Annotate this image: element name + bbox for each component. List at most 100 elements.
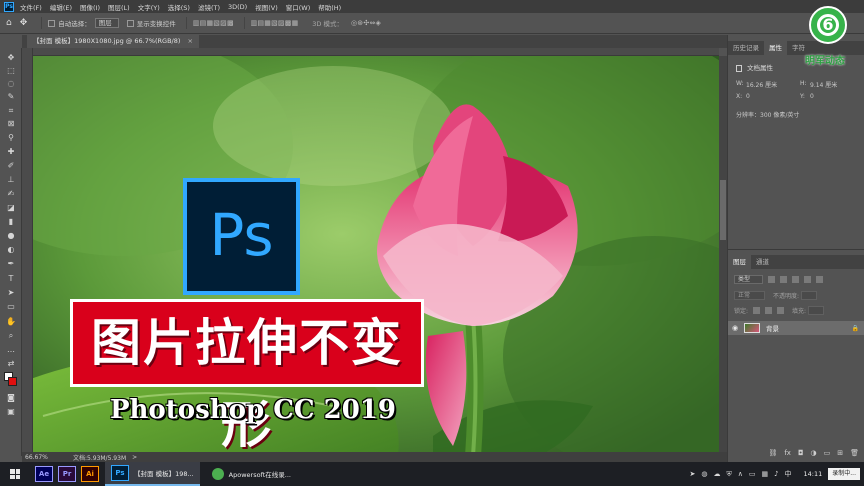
path-select-icon[interactable]: ➤	[4, 287, 18, 298]
premiere-taskbar-icon[interactable]: Pr	[58, 466, 76, 482]
lock-pixels-icon[interactable]	[753, 306, 761, 314]
link-layers-icon[interactable]: ⛓	[768, 449, 777, 457]
menu-filter[interactable]: 滤镜(T)	[198, 2, 220, 12]
home-icon[interactable]: ⌂	[6, 18, 12, 28]
menu-view[interactable]: 视图(V)	[255, 2, 278, 12]
show-transform-checkbox[interactable]	[126, 19, 134, 27]
pointer-icon[interactable]: ➤	[689, 470, 695, 478]
eye-icon[interactable]: ◉	[728, 324, 742, 332]
menu-help[interactable]: 帮助(H)	[318, 2, 341, 12]
document-canvas[interactable]: Ps 图片拉伸不变形 Photoshop CC 2019	[33, 56, 719, 452]
layer-style-icon[interactable]: fx	[784, 449, 791, 457]
delete-layer-icon[interactable]: 🗑	[850, 449, 859, 457]
tab-layers[interactable]: 图层	[728, 255, 751, 269]
filter-adjust-icon[interactable]	[780, 275, 788, 283]
distribute-buttons-icon[interactable]: ▥ ▤ ▦ ▧ ▨ ▩ ▦	[251, 19, 299, 27]
quick-mask-icon[interactable]: ◙	[4, 392, 18, 403]
rectangle-tool-icon[interactable]: ▭	[4, 301, 18, 312]
brush-tool-icon[interactable]: ✐	[4, 160, 18, 171]
auto-select-checkbox[interactable]	[48, 19, 56, 27]
network-icon[interactable]: ▦	[761, 470, 768, 478]
clone-stamp-icon[interactable]: ⊥	[4, 174, 18, 185]
menu-select[interactable]: 选择(S)	[168, 2, 190, 12]
filter-shape-icon[interactable]	[804, 275, 812, 283]
3d-mode-buttons-icon[interactable]: ◎ ⊛ ✣ ⇔ ◈	[351, 19, 381, 27]
marquee-tool-icon[interactable]: ⬚	[4, 65, 18, 76]
recording-badge[interactable]: 录制中...	[828, 468, 860, 480]
new-group-icon[interactable]: ▭	[824, 449, 831, 457]
menu-type[interactable]: 文字(Y)	[138, 2, 160, 12]
add-mask-icon[interactable]: ◘	[798, 449, 804, 457]
horizontal-ruler[interactable]	[33, 48, 719, 56]
menu-window[interactable]: 窗口(W)	[286, 2, 311, 12]
more-tools-icon[interactable]: …	[4, 344, 18, 355]
pen-tool-icon[interactable]: ✒	[4, 258, 18, 269]
healing-brush-icon[interactable]: ✚	[4, 146, 18, 157]
shield-icon[interactable]: ⛨	[726, 470, 731, 479]
hand-tool-icon[interactable]: ✋	[4, 316, 18, 327]
width-value[interactable]: 16.26 厘米	[746, 80, 777, 89]
layer-row-background[interactable]: ◉ 背景 🔒	[728, 321, 864, 335]
crop-tool-icon[interactable]: ⌗	[4, 105, 18, 116]
height-value[interactable]: 9.14 厘米	[810, 80, 837, 89]
scrollbar-thumb[interactable]	[720, 180, 726, 240]
vertical-scrollbar[interactable]	[719, 56, 727, 452]
screen-mode-icon[interactable]: ▣	[4, 406, 18, 417]
battery-icon[interactable]: ▭	[749, 470, 756, 478]
menu-image[interactable]: 图像(I)	[80, 2, 100, 12]
tab-channels[interactable]: 通道	[751, 255, 774, 269]
layer-kind-filter[interactable]: 类型	[734, 274, 764, 284]
frame-tool-icon[interactable]: ⊠	[4, 118, 18, 129]
document-tab[interactable]: 【封面 模板】1980X1080.jpg @ 66.7%(RGB/8) ×	[27, 35, 199, 48]
filter-type-icon[interactable]	[792, 275, 800, 283]
move-tool-icon[interactable]: ✥	[20, 18, 28, 28]
history-brush-icon[interactable]: ✍	[4, 188, 18, 199]
menu-edit[interactable]: 编辑(E)	[50, 2, 72, 12]
tab-properties[interactable]: 属性	[764, 41, 787, 55]
adjustment-layer-icon[interactable]: ◑	[811, 449, 817, 457]
input-method-icon[interactable]: 中	[785, 469, 792, 479]
lasso-tool-icon[interactable]: ◌	[4, 78, 18, 89]
y-value[interactable]: 0	[810, 93, 814, 100]
new-layer-icon[interactable]: ⊞	[837, 449, 843, 457]
auto-select-dropdown[interactable]: 图层	[94, 18, 119, 28]
lock-position-icon[interactable]	[765, 306, 773, 314]
swap-colors-icon[interactable]: ⇄	[4, 358, 18, 369]
gradient-tool-icon[interactable]: ▮	[4, 216, 18, 227]
menu-layer[interactable]: 图层(L)	[108, 2, 130, 12]
filter-smart-icon[interactable]	[816, 275, 824, 283]
cloud-icon[interactable]: ☁	[713, 470, 720, 478]
eraser-tool-icon[interactable]: ◪	[4, 202, 18, 213]
ps-app-icon[interactable]: Ps	[4, 1, 14, 12]
close-icon[interactable]: ×	[188, 37, 193, 45]
menu-file[interactable]: 文件(F)	[20, 2, 42, 12]
taskbar-clock[interactable]: 14:11	[804, 470, 823, 478]
layer-name[interactable]: 背景	[766, 323, 852, 333]
chevron-up-icon[interactable]: ∧	[738, 470, 743, 478]
start-button[interactable]	[0, 462, 30, 486]
eyedropper-tool-icon[interactable]: ⚲	[4, 132, 18, 143]
quick-select-icon[interactable]: ✎	[4, 91, 18, 102]
align-buttons-icon[interactable]: ▥ ▤ ▦ ▧ ▨ ▩	[193, 19, 234, 27]
fill-field[interactable]	[808, 305, 824, 315]
status-menu-arrow[interactable]: >	[132, 454, 137, 461]
lock-all-icon[interactable]	[777, 306, 785, 314]
illustrator-taskbar-icon[interactable]: Ai	[81, 466, 99, 482]
menu-3d[interactable]: 3D(D)	[228, 3, 247, 11]
vertical-ruler[interactable]	[22, 48, 33, 452]
zoom-tool-icon[interactable]: ⌕	[4, 330, 18, 341]
taskbar-apowersoft-window[interactable]: Apowersoft在线录...	[206, 462, 297, 486]
zoom-level[interactable]: 66.67%	[25, 454, 65, 461]
type-tool-icon[interactable]: T	[4, 273, 18, 284]
move-tool-icon[interactable]: ✥	[4, 52, 18, 63]
taskbar-photoshop-window[interactable]: Ps 【封面 模板】198...	[105, 462, 200, 486]
volume-icon[interactable]: ♪	[774, 470, 778, 478]
wechat-icon[interactable]: ◍	[701, 470, 707, 478]
tab-history[interactable]: 历史记录	[728, 41, 764, 55]
after-effects-taskbar-icon[interactable]: Ae	[35, 466, 53, 482]
blend-mode-dropdown[interactable]: 正常	[734, 290, 766, 300]
filter-pixel-icon[interactable]	[768, 275, 776, 283]
blur-tool-icon[interactable]: ●	[4, 230, 18, 241]
background-color-swatch[interactable]	[8, 377, 17, 386]
opacity-field[interactable]	[801, 290, 817, 300]
